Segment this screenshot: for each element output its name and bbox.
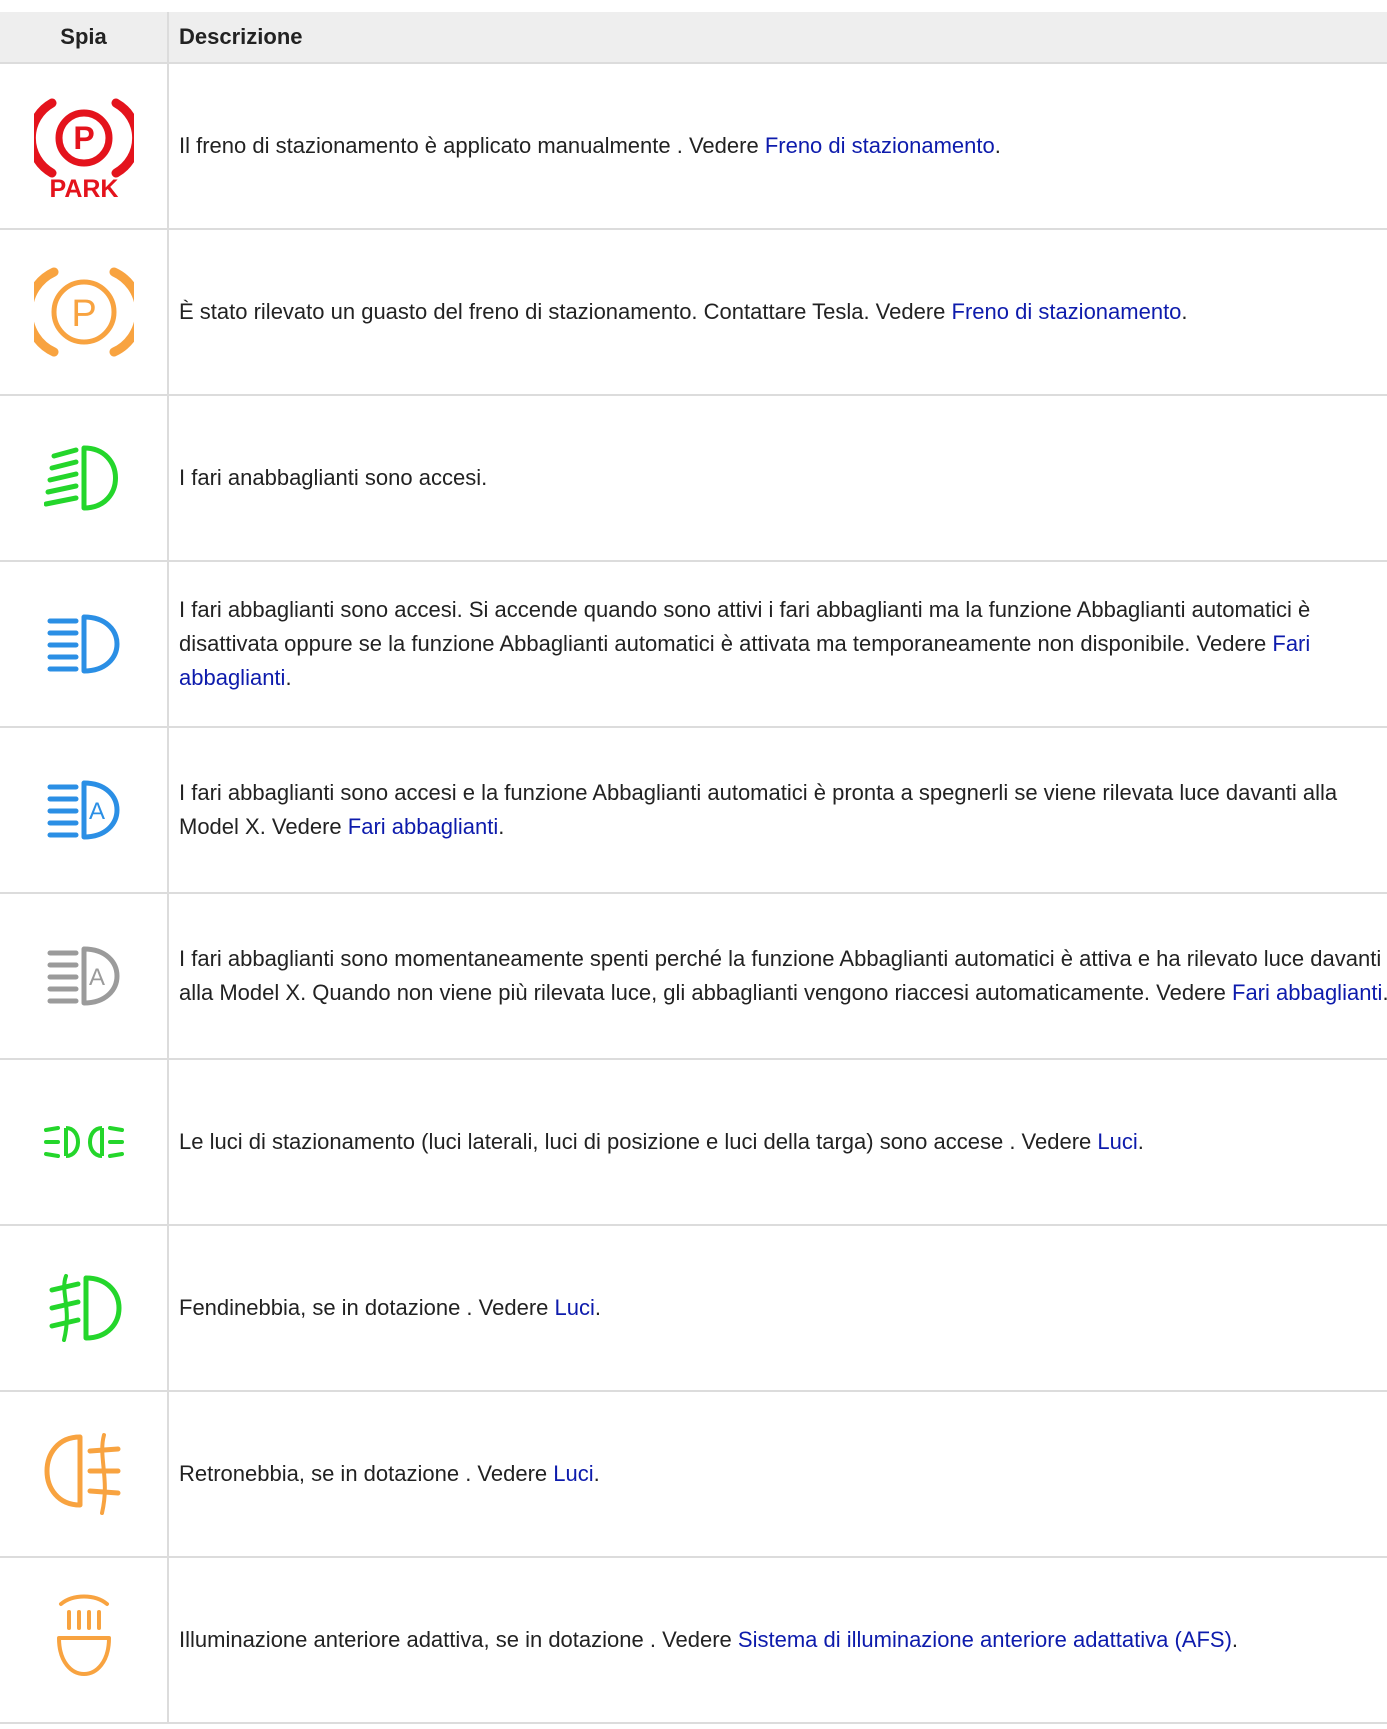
description-suffix: . (994, 133, 1001, 158)
description-suffix: . (1231, 1627, 1239, 1652)
table-row: A I fari abbaglianti sono momentaneament… (0, 893, 1387, 1060)
icon-cell (0, 561, 169, 728)
icon-cell (0, 395, 169, 562)
table-row: Le luci di stazionamento (luci laterali,… (0, 1059, 1387, 1226)
low-beam-green-icon (43, 445, 118, 511)
description-cell: I fari abbaglianti sono accesi. Si accen… (168, 561, 1387, 728)
front-fog-light-green-icon (49, 1274, 121, 1342)
description-suffix: . (1382, 980, 1387, 1005)
description-suffix: . (1181, 299, 1188, 324)
description-cell: Il freno di stazionamento è applicato ma… (168, 63, 1387, 230)
description-suffix: . (285, 665, 292, 690)
description-text: È stato rilevato un guasto del freno di … (179, 299, 952, 324)
svg-text:A: A (88, 964, 104, 991)
table-row: I fari abbaglianti sono accesi. Si accen… (0, 561, 1387, 728)
description-cell: È stato rilevato un guasto del freno di … (168, 229, 1387, 396)
link-luci[interactable]: Luci (1097, 1129, 1137, 1154)
icon-cell (0, 1059, 169, 1226)
link-freno-di-stazionamento[interactable]: Freno di stazionamento (952, 299, 1182, 324)
description-text: Le luci di stazionamento (luci laterali,… (179, 1129, 1098, 1154)
description-text: Retronebbia, se in dotazione . Vedere (179, 1461, 554, 1486)
icon-cell: P PARK (0, 63, 169, 230)
link-freno-di-stazionamento[interactable]: Freno di stazionamento (765, 133, 995, 158)
auto-high-beam-blue-icon: A (47, 780, 119, 840)
description-text: I fari abbaglianti sono momentaneamente … (179, 946, 1382, 1005)
parking-lights-green-icon (43, 1126, 124, 1158)
high-beam-blue-icon (47, 614, 119, 674)
link-luci[interactable]: Luci (555, 1295, 595, 1320)
icon-cell (0, 1225, 169, 1392)
svg-text:A: A (88, 798, 104, 825)
parking-brake-red-icon: P PARK (33, 98, 134, 201)
description-cell: I fari abbaglianti sono momentaneamente … (168, 893, 1387, 1060)
link-fari-abbaglianti[interactable]: Fari abbaglianti (348, 814, 498, 839)
icon-cell: A (0, 727, 169, 894)
parking-brake-fault-orange-icon: P (33, 267, 134, 357)
description-cell: I fari abbaglianti sono accesi e la funz… (168, 727, 1387, 894)
icon-cell: P (0, 229, 169, 396)
table-row: I fari anabbaglianti sono accesi. (0, 395, 1387, 562)
icon-cell (0, 1557, 169, 1724)
svg-text:P: P (73, 120, 94, 156)
description-cell: Fendinebbia, se in dotazione . Vedere Lu… (168, 1225, 1387, 1392)
description-cell: I fari anabbaglianti sono accesi. (168, 395, 1387, 562)
park-label: PARK (49, 175, 118, 201)
description-cell: Illuminazione anteriore adattiva, se in … (168, 1557, 1387, 1724)
column-header-icon: Spia (0, 12, 169, 64)
auto-high-beam-gray-icon: A (47, 946, 119, 1006)
adaptive-front-lighting-orange-icon (56, 1594, 111, 1676)
description-suffix: . (1137, 1129, 1144, 1154)
link-luci[interactable]: Luci (553, 1461, 593, 1486)
indicator-table-container: Spia Descrizione P PARK Il freno di staz… (0, 12, 1387, 1724)
description-text: I fari anabbaglianti sono accesi. (179, 465, 488, 490)
description-text: Fendinebbia, se in dotazione . Vedere (179, 1295, 555, 1320)
table-row: Fendinebbia, se in dotazione . Vedere Lu… (0, 1225, 1387, 1392)
icon-cell: A (0, 893, 169, 1060)
table-row: Illuminazione anteriore adattiva, se in … (0, 1557, 1387, 1724)
description-text: I fari abbaglianti sono accesi. Si accen… (179, 597, 1311, 656)
icon-cell (0, 1391, 169, 1558)
svg-text:P: P (71, 293, 96, 335)
description-suffix: . (594, 1295, 601, 1320)
table-row: P PARK Il freno di stazionamento è appli… (0, 63, 1387, 230)
description-cell: Le luci di stazionamento (luci laterali,… (168, 1059, 1387, 1226)
link-fari-abbaglianti[interactable]: Fari abbaglianti (1232, 980, 1382, 1005)
description-text: Illuminazione anteriore adattiva, se in … (179, 1627, 738, 1652)
column-header-description: Descrizione (168, 12, 1387, 64)
table-row: P È stato rilevato un guasto del freno d… (0, 229, 1387, 396)
table-row: A I fari abbaglianti sono accesi e la fu… (0, 727, 1387, 894)
description-suffix: . (593, 1461, 600, 1486)
indicator-table: Spia Descrizione P PARK Il freno di staz… (0, 12, 1387, 1724)
description-suffix: . (498, 814, 505, 839)
description-cell: Retronebbia, se in dotazione . Vedere Lu… (168, 1391, 1387, 1558)
table-header-row: Spia Descrizione (0, 12, 1387, 64)
link-sistema-afs[interactable]: Sistema di illuminazione anteriore adatt… (738, 1627, 1232, 1652)
rear-fog-light-orange-icon (44, 1433, 120, 1515)
table-row: Retronebbia, se in dotazione . Vedere Lu… (0, 1391, 1387, 1558)
description-text: Il freno di stazionamento è applicato ma… (179, 133, 765, 158)
